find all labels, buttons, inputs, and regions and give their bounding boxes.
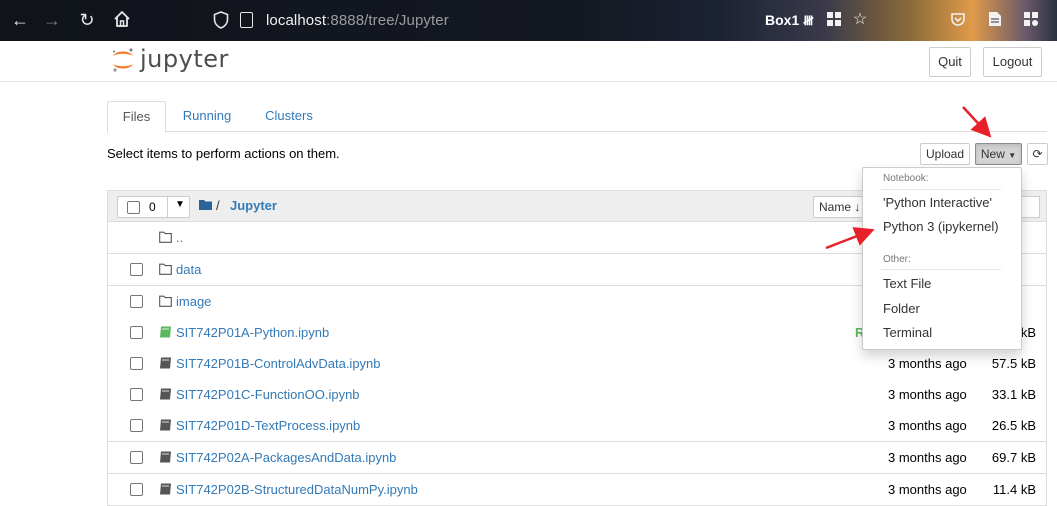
refresh-icon: ⟳ [1032, 147, 1043, 161]
notebook-icon [160, 388, 171, 400]
selected-count: 0 [149, 200, 156, 214]
url-bar[interactable]: localhost:8888/tree/Jupyter [266, 12, 449, 29]
file-size: 11.4 kB [992, 482, 1036, 497]
file-size: 33.1 kB [991, 387, 1036, 402]
browser-toolbar: ← → ↻ localhost:8888/tree/Jupyter Box1 𝍸… [0, 0, 1057, 41]
file-name[interactable]: SIT742P01D-TextProcess.ipynb [176, 418, 360, 433]
refresh-button[interactable]: ⟳ [1027, 143, 1048, 165]
file-name[interactable]: SIT742P01B-ControlAdvData.ipynb [176, 356, 381, 371]
tab-running[interactable]: Running [173, 101, 241, 132]
menu-header-other: Other: [883, 254, 911, 265]
row-checkbox[interactable] [130, 295, 143, 308]
row-checkbox[interactable] [130, 419, 143, 432]
home-icon[interactable] [112, 10, 132, 30]
reader-icon[interactable] [986, 11, 1004, 29]
list-item[interactable]: SIT742P02B-StructuredDataNumPy.ipynb 3 m… [107, 474, 1047, 506]
menu-item-terminal[interactable]: Terminal [883, 325, 932, 340]
menu-item-python3-ipykernel[interactable]: Python 3 (ipykernel) [883, 219, 999, 234]
row-checkbox[interactable] [130, 326, 143, 339]
menu-item-text-file[interactable]: Text File [883, 276, 931, 291]
file-name[interactable]: image [176, 294, 211, 309]
folder-icon [199, 200, 212, 210]
notebook-icon [160, 451, 171, 463]
breadcrumb-dir[interactable]: Jupyter [230, 198, 277, 213]
back-icon[interactable]: ← [10, 10, 30, 30]
folder-outline-icon [159, 263, 172, 275]
menu-header-notebook: Notebook: [883, 173, 929, 184]
menu-divider [881, 269, 1001, 270]
list-item[interactable]: SIT742P01D-TextProcess.ipynb 3 months ag… [107, 410, 1047, 442]
file-name[interactable]: SIT742P01C-FunctionOO.ipynb [176, 387, 360, 402]
row-checkbox[interactable] [130, 483, 143, 496]
list-item[interactable]: SIT742P02A-PackagesAndData.ipynb 3 month… [107, 442, 1047, 474]
sort-name-label: Name [819, 200, 852, 214]
page-icon[interactable] [240, 12, 253, 28]
tab-bar: Files Running Clusters [107, 101, 1047, 133]
grid-icon[interactable] [825, 11, 843, 29]
breadcrumb-root[interactable]: / [216, 198, 220, 213]
reload-icon[interactable]: ↻ [77, 10, 97, 30]
file-modified: 3 months ago [888, 356, 967, 371]
upload-button[interactable]: Upload [920, 143, 970, 165]
notebook-icon [160, 357, 171, 369]
list-item[interactable]: SIT742P01B-ControlAdvData.ipynb 3 months… [107, 348, 1047, 380]
tab-clusters[interactable]: Clusters [257, 101, 321, 132]
new-dropdown-menu: Notebook: 'Python Interactive' Python 3 … [862, 167, 1022, 350]
menu-item-folder[interactable]: Folder [883, 301, 920, 316]
file-modified: 3 months ago [888, 418, 967, 433]
tab-files[interactable]: Files [107, 101, 166, 133]
file-modified: 3 months ago [888, 450, 967, 465]
jupyter-logo-icon[interactable] [110, 47, 136, 73]
shield-icon[interactable] [213, 11, 229, 29]
row-checkbox[interactable] [130, 388, 143, 401]
new-button-label: New [980, 147, 1005, 161]
list-item[interactable]: SIT742P01C-FunctionOO.ipynb 3 months ago… [107, 379, 1047, 411]
logout-button[interactable]: Logout [983, 47, 1042, 77]
file-name[interactable]: SIT742P02A-PackagesAndData.ipynb [176, 450, 396, 465]
file-modified: 3 months ago [888, 387, 967, 402]
folder-outline-icon [159, 295, 172, 307]
jupyter-logo-text[interactable]: jupyter [140, 45, 229, 73]
extension-label[interactable]: Box1 𝍸 [765, 12, 814, 34]
jupyter-header: jupyter Quit Logout [0, 41, 1057, 82]
file-size: 69.7 kB [991, 450, 1036, 465]
url-path: :8888/tree/Jupyter [326, 12, 449, 29]
bookmark-star-icon[interactable]: ☆ [851, 11, 869, 29]
sort-by-name-button[interactable]: Name ↓ [813, 196, 867, 218]
pocket-icon[interactable] [949, 11, 967, 29]
menu-item-python-interactive[interactable]: 'Python Interactive' [883, 195, 992, 210]
caret-down-icon: ▼ [1008, 151, 1017, 160]
extensions-icon[interactable] [1022, 11, 1040, 29]
url-host: localhost [266, 12, 327, 29]
forward-icon[interactable]: → [42, 10, 62, 30]
file-size: 57.5 kB [991, 356, 1036, 371]
select-all-control[interactable]: 0 ▼ [117, 196, 190, 218]
select-dropdown-caret-icon[interactable]: ▼ [175, 199, 185, 210]
select-all-checkbox[interactable] [127, 201, 140, 214]
new-button[interactable]: New ▼ [975, 143, 1022, 165]
notebook-icon [160, 419, 171, 431]
file-name[interactable]: SIT742P02B-StructuredDataNumPy.ipynb [176, 482, 418, 497]
folder-outline-icon [159, 231, 172, 243]
row-checkbox[interactable] [130, 357, 143, 370]
file-name[interactable]: SIT742P01A-Python.ipynb [176, 325, 329, 340]
row-checkbox[interactable] [130, 451, 143, 464]
instruction-text: Select items to perform actions on them. [107, 146, 340, 161]
file-modified: 3 months ago [888, 482, 967, 497]
sort-down-icon: ↓ [854, 200, 861, 214]
row-checkbox[interactable] [130, 263, 143, 276]
notebook-running-icon [160, 326, 171, 338]
file-size: kB [1020, 325, 1036, 340]
file-name[interactable]: .. [176, 230, 183, 245]
file-size: 26.5 kB [991, 418, 1036, 433]
notebook-icon [160, 483, 171, 495]
quit-button[interactable]: Quit [929, 47, 971, 77]
menu-divider [881, 189, 1001, 190]
file-name[interactable]: data [176, 262, 201, 277]
